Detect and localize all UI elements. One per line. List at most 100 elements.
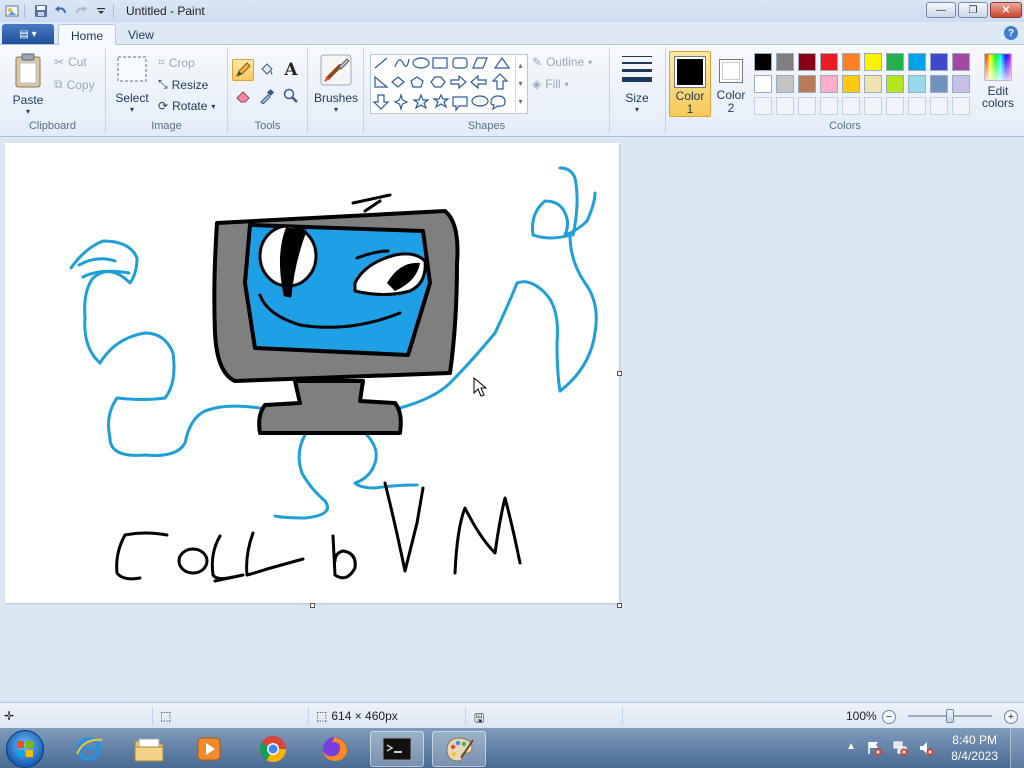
taskbar-chrome[interactable] <box>246 731 300 767</box>
taskbar-command-prompt[interactable] <box>370 731 424 767</box>
palette-color-swatch[interactable] <box>798 53 816 71</box>
rotate-button[interactable]: ⟳ Rotate ▾ <box>158 99 215 113</box>
color1-button[interactable]: Color 1 <box>669 51 711 117</box>
save-icon[interactable] <box>33 3 49 19</box>
palette-color-swatch[interactable] <box>776 53 794 71</box>
chevron-down-icon: ▾ <box>634 105 639 114</box>
palette-color-swatch[interactable] <box>842 75 860 93</box>
cut-button[interactable]: ✂ Cut <box>54 55 87 69</box>
window-title: Untitled - Paint <box>126 4 205 18</box>
start-button[interactable] <box>6 730 44 768</box>
resize-handle-corner[interactable] <box>617 603 622 608</box>
taskbar-firefox[interactable] <box>308 731 362 767</box>
palette-color-swatch[interactable] <box>820 53 838 71</box>
custom-color-slot[interactable] <box>952 97 970 115</box>
custom-color-slot[interactable] <box>776 97 794 115</box>
palette-color-swatch[interactable] <box>776 75 794 93</box>
text-tool[interactable]: A <box>280 59 302 81</box>
magnifier-tool[interactable] <box>280 85 302 107</box>
pencil-tool[interactable] <box>232 59 254 81</box>
paint-palette-icon <box>446 737 474 762</box>
brushes-button[interactable]: Brushes ▾ <box>314 53 358 114</box>
paint-app-icon[interactable] <box>4 3 20 19</box>
chevron-down-icon: ▾ <box>25 107 30 116</box>
custom-color-slot[interactable] <box>842 97 860 115</box>
outline-button[interactable]: ✎ Outline ▾ <box>532 55 592 69</box>
select-button[interactable]: Select ▾ <box>112 55 152 114</box>
copy-button[interactable]: ⧉ Copy <box>54 77 95 92</box>
clipboard-group: Paste ▾ ✂ Cut ⧉ Copy Clipboard <box>0 47 106 133</box>
tab-home[interactable]: Home <box>58 24 117 46</box>
maximize-button[interactable]: ❐ <box>958 2 988 18</box>
edit-colors-button[interactable]: Edit colors <box>976 53 1020 109</box>
custom-color-slot[interactable] <box>820 97 838 115</box>
custom-color-slot[interactable] <box>908 97 926 115</box>
help-icon[interactable]: ? <box>1004 26 1018 40</box>
shapes-gallery[interactable]: ▴ ▾ ▾ <box>370 54 528 114</box>
fill-button[interactable]: ◈ Fill ▾ <box>532 77 569 91</box>
network-icon[interactable] <box>892 740 908 756</box>
volume-icon[interactable] <box>918 740 934 756</box>
color-picker-tool[interactable] <box>256 85 278 107</box>
size-group: Size ▾ <box>610 47 666 133</box>
taskbar-paint[interactable] <box>432 731 486 767</box>
palette-color-swatch[interactable] <box>842 53 860 71</box>
minimize-button[interactable]: — <box>926 2 956 18</box>
tools-group-label: Tools <box>254 120 281 132</box>
palette-color-swatch[interactable] <box>754 75 772 93</box>
size-button[interactable]: Size ▾ <box>618 53 656 114</box>
resize-handle-bottom[interactable] <box>310 603 315 608</box>
action-center-icon[interactable] <box>866 740 882 756</box>
palette-color-swatch[interactable] <box>864 53 882 71</box>
palette-color-swatch[interactable] <box>930 75 948 93</box>
command-prompt-icon <box>382 737 412 761</box>
close-button[interactable]: ✕ <box>990 2 1022 18</box>
eraser-tool[interactable] <box>232 85 254 107</box>
paste-button[interactable]: Paste ▾ <box>8 53 48 116</box>
palette-color-swatch[interactable] <box>886 53 904 71</box>
zoom-in-button[interactable]: + <box>1004 710 1018 724</box>
resize-button[interactable]: ⤡ Resize <box>158 77 208 92</box>
show-desktop-button[interactable] <box>1010 728 1024 768</box>
custom-color-slot[interactable] <box>864 97 882 115</box>
resize-handle-right[interactable] <box>617 371 622 376</box>
undo-icon[interactable] <box>53 3 69 19</box>
palette-color-swatch[interactable] <box>908 53 926 71</box>
palette-color-swatch[interactable] <box>952 75 970 93</box>
palette-color-swatch[interactable] <box>864 75 882 93</box>
taskbar-clock[interactable]: 8:40 PM 8/4/2023 <box>951 732 998 764</box>
taskbar-media-player[interactable] <box>182 731 236 767</box>
custom-color-slot[interactable] <box>798 97 816 115</box>
fill-tool[interactable] <box>256 59 278 81</box>
taskbar-file-explorer[interactable] <box>122 731 176 767</box>
palette-color-swatch[interactable] <box>798 75 816 93</box>
mouse-cursor-icon <box>473 377 487 397</box>
palette-color-swatch[interactable] <box>952 53 970 71</box>
palette-color-swatch[interactable] <box>820 75 838 93</box>
crop-button[interactable]: ⌗ Crop <box>158 55 195 70</box>
size-label: Size <box>625 91 649 105</box>
brush-icon <box>320 54 352 86</box>
shapes-scroll-arrows[interactable]: ▴ ▾ ▾ <box>515 57 525 111</box>
palette-color-swatch[interactable] <box>754 53 772 71</box>
custom-color-slot[interactable] <box>754 97 772 115</box>
divider <box>622 707 623 725</box>
select-label: Select <box>115 91 149 105</box>
zoom-slider-thumb[interactable] <box>946 709 954 723</box>
show-hidden-icons-icon[interactable]: ▲ <box>846 741 856 752</box>
zoom-out-button[interactable]: − <box>882 710 896 724</box>
palette-color-swatch[interactable] <box>930 53 948 71</box>
color2-button[interactable]: Color 2 <box>714 51 748 117</box>
windows-logo-icon <box>17 741 33 757</box>
customize-toolbar-icon[interactable] <box>93 3 109 19</box>
drawing-canvas[interactable] <box>5 143 619 603</box>
file-menu-button[interactable]: ▤ ▾ <box>2 24 54 44</box>
custom-color-slot[interactable] <box>886 97 904 115</box>
taskbar-internet-explorer[interactable] <box>62 731 116 767</box>
tab-view[interactable]: View <box>116 24 166 46</box>
redo-icon[interactable] <box>73 3 89 19</box>
palette-color-swatch[interactable] <box>886 75 904 93</box>
palette-color-swatch[interactable] <box>908 75 926 93</box>
chevron-down-icon: ▾ <box>564 79 569 89</box>
custom-color-slot[interactable] <box>930 97 948 115</box>
